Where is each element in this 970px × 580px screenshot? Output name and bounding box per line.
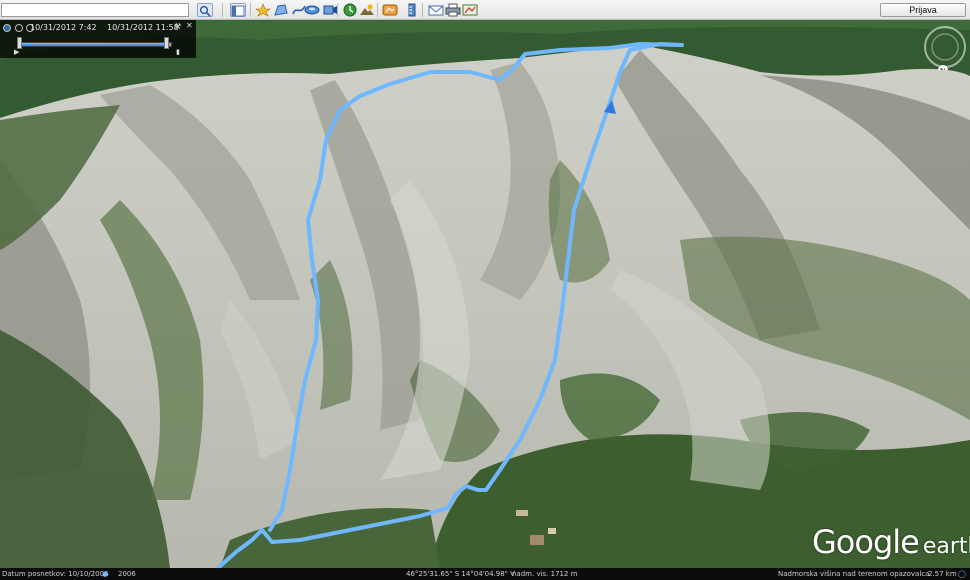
search-input[interactable] [1,3,189,17]
time-track[interactable] [18,42,172,47]
email-icon[interactable] [428,3,444,17]
streaming-icon: ◯ [958,570,966,578]
svg-text:N: N [940,67,945,70]
status-bar: Datum posnetkov: 10/10/2006 ● 2006 46°25… [0,568,970,580]
historical-imagery-icon[interactable] [342,3,358,17]
slider-end-icon[interactable]: ▮ [176,48,180,56]
time-end-label: 10/31/2012 11:58 [107,23,179,32]
sidebar-toggle-icon[interactable] [230,3,246,17]
settings-icon[interactable]: ⚒ [174,23,182,31]
search-icon[interactable] [197,3,213,17]
signin-button[interactable]: Prijava [880,3,966,17]
globe-icon: ● [102,570,109,578]
polygon-icon[interactable] [273,3,289,17]
ruler-icon[interactable] [404,3,420,17]
close-icon[interactable]: ✕ [186,22,193,30]
sunlight-icon[interactable] [359,3,375,17]
map-view[interactable] [0,20,970,568]
print-icon[interactable] [445,3,461,17]
elevation: nadm. vis. 1712 m [512,570,578,578]
placemark-icon[interactable] [255,3,271,17]
view-in-maps-icon[interactable] [462,3,478,17]
time-slider[interactable]: 10/31/2012 7:42 10/31/2012 11:58 ⚒ ✕ ▶ ▮ [0,20,196,58]
eye-altitude-value: 2.57 km [928,570,957,578]
image-overlay-icon[interactable] [304,3,320,17]
google-earth-logo: Googleearth [812,523,970,561]
zoom-out-icon[interactable] [15,24,23,32]
switch-sky-icon[interactable] [382,3,398,17]
imagery-year: 2006 [118,570,136,578]
coordinates: 46°25'31.65" S 14°04'04.98" V [406,570,515,578]
navigation-compass[interactable]: N [922,24,968,75]
time-end-handle[interactable] [164,37,170,49]
time-start-label: 10/31/2012 7:42 [30,23,97,32]
imagery-date: Datum posnetkov: 10/10/2006 [2,570,109,578]
record-tour-icon[interactable] [322,3,338,17]
eye-altitude-label: Nadmorska višina nad terenom opazovalca [778,570,930,578]
toolbar: Prijava [0,0,970,20]
clock-icon[interactable] [3,24,11,32]
play-icon[interactable]: ▶ [14,48,19,56]
